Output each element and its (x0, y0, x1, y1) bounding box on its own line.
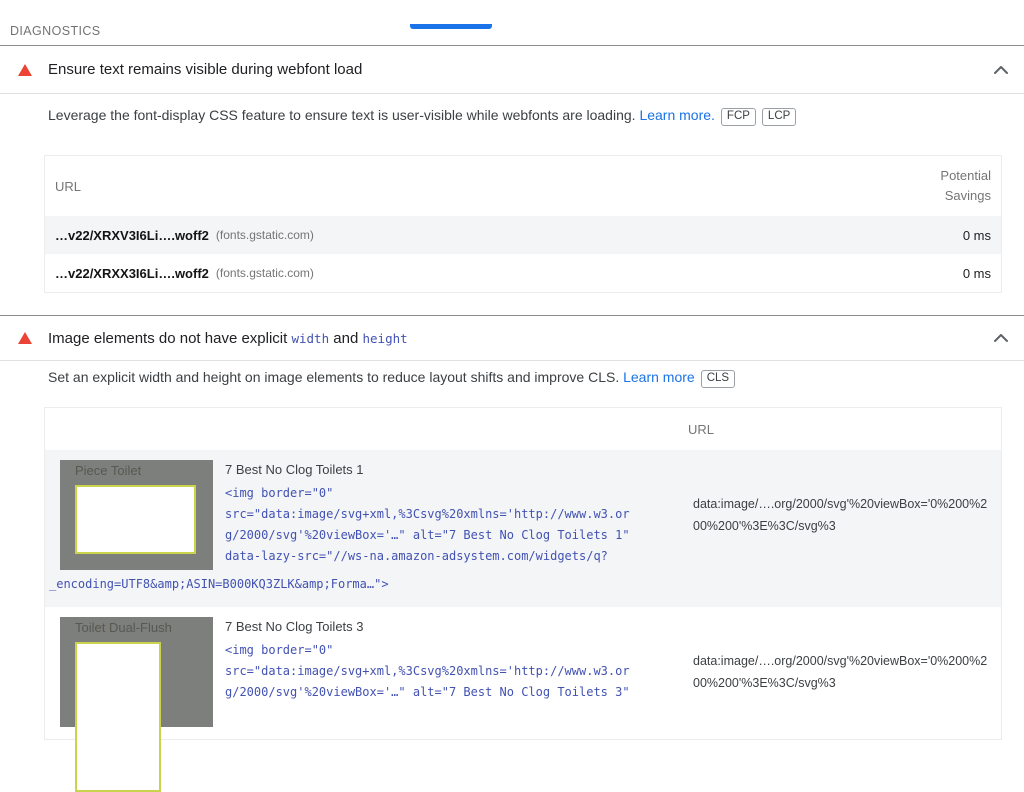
savings-column-header: Potential Savings (927, 166, 991, 206)
metric-tag-cls: CLS (701, 370, 735, 388)
savings-value: 0 ms (963, 266, 991, 281)
metric-tag-lcp: LCP (762, 108, 796, 126)
chevron-up-icon[interactable] (994, 66, 1008, 74)
active-tab-indicator (410, 24, 492, 29)
image-thumbnail: Toilet Dual-Flush (60, 617, 213, 727)
fail-triangle-icon (18, 332, 32, 344)
audit-description: Leverage the font-display CSS feature to… (48, 107, 1002, 127)
thumbnail-label: Toilet Dual-Flush (75, 620, 172, 635)
image-size-table: URL Piece Toilet 7 Best No Clog Toilets … (44, 407, 1002, 740)
table-row: …v22/XRXV3I6Li….woff2 (fonts.gstatic.com… (45, 216, 1001, 254)
thumbnail-label: Piece Toilet (75, 463, 141, 478)
audit-font-display: Ensure text remains visible during webfo… (0, 46, 1024, 293)
font-display-table: URL Potential Savings …v22/XRXV3I6Li….wo… (44, 155, 1002, 293)
description-text: Set an explicit width and height on imag… (48, 369, 619, 385)
node-cell: 7 Best No Clog Toilets 3 <img border="0"… (225, 617, 693, 727)
thumbnail-placeholder-box (75, 642, 161, 792)
table-row: …v22/XRXX3I6Li….woff2 (fonts.gstatic.com… (45, 254, 1001, 292)
image-url-cell: data:image/….org/2000/svg'%20viewBox='0%… (693, 650, 999, 694)
image-url-cell: data:image/….org/2000/svg'%20viewBox='0%… (693, 493, 999, 537)
node-label: 7 Best No Clog Toilets 3 (225, 619, 693, 635)
node-snippet-line: <img border="0" (225, 640, 693, 661)
node-snippet-line: g/2000/svg'%20viewBox='…" alt="7 Best No… (225, 525, 693, 546)
audit-title-divider (0, 93, 1024, 94)
font-url: …v22/XRXX3I6Li….woff2 (55, 266, 209, 281)
audit-image-size: Image elements do not have explicit widt… (0, 316, 1024, 740)
savings-value: 0 ms (963, 228, 991, 243)
table-row: Piece Toilet 7 Best No Clog Toilets 1 <i… (45, 450, 1001, 607)
audit-header-image-size[interactable]: Image elements do not have explicit widt… (0, 316, 1024, 360)
code-width: width (291, 331, 329, 346)
font-url-host: (fonts.gstatic.com) (216, 228, 314, 242)
audit-header-font-display[interactable]: Ensure text remains visible during webfo… (0, 46, 1024, 93)
metric-tag-fcp: FCP (721, 108, 756, 126)
learn-more-link[interactable]: Learn more (623, 369, 695, 385)
audit-title: Image elements do not have explicit widt… (48, 330, 408, 347)
node-snippet-line: <img border="0" (225, 483, 693, 504)
audit-title-divider (0, 360, 1024, 361)
node-label: 7 Best No Clog Toilets 1 (225, 462, 693, 478)
url-column-header: URL (55, 179, 81, 194)
table-header-row: URL Potential Savings (45, 156, 1001, 216)
node-snippet-line: src="data:image/svg+xml,%3Csvg%20xmlns='… (225, 661, 693, 682)
node-snippet-line: g/2000/svg'%20viewBox='…" alt="7 Best No… (225, 682, 693, 703)
fail-triangle-icon (18, 64, 32, 76)
chevron-up-icon[interactable] (994, 334, 1008, 342)
node-cell: 7 Best No Clog Toilets 1 <img border="0"… (225, 460, 693, 570)
thumbnail-placeholder-box (75, 485, 196, 554)
table-header-row: URL (45, 408, 1001, 450)
image-thumbnail: Piece Toilet (60, 460, 213, 570)
node-snippet-line: src="data:image/svg+xml,%3Csvg%20xmlns='… (225, 504, 693, 525)
diagnostics-section-title: DIAGNOSTICS (10, 24, 1024, 38)
code-height: height (363, 331, 408, 346)
learn-more-link[interactable]: Learn more. (639, 107, 714, 123)
table-row: Toilet Dual-Flush 7 Best No Clog Toilets… (45, 607, 1001, 739)
url-column-header: URL (688, 422, 714, 437)
audit-title: Ensure text remains visible during webfo… (48, 61, 362, 78)
node-snippet-line: data-lazy-src="//ws-na.amazon-adsystem.c… (225, 546, 693, 567)
audit-description: Set an explicit width and height on imag… (48, 369, 1002, 389)
font-url-host: (fonts.gstatic.com) (216, 266, 314, 280)
font-url: …v22/XRXV3I6Li….woff2 (55, 228, 209, 243)
node-snippet-line: _encoding=UTF8&amp;ASIN=B000KQ3ZLK&amp;F… (49, 574, 999, 595)
description-text: Leverage the font-display CSS feature to… (48, 107, 636, 123)
